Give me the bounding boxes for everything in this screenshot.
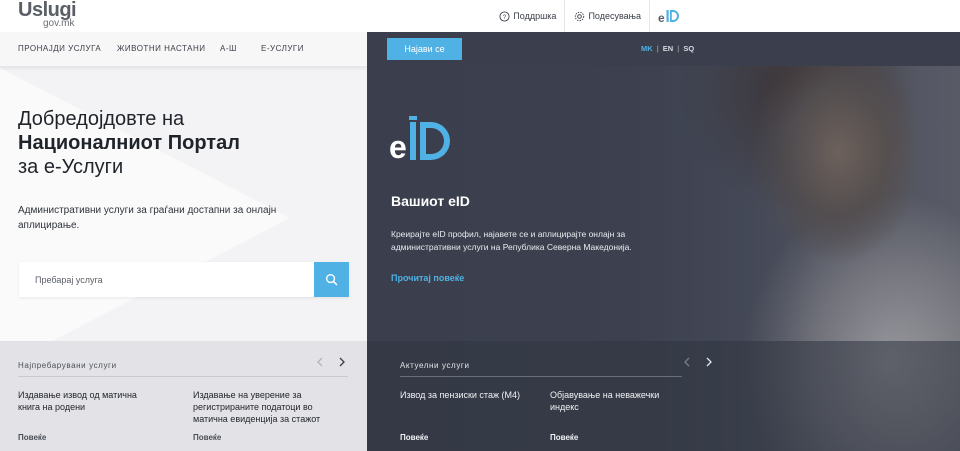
- current-service-1[interactable]: Извод за пензиски стаж (М4): [400, 389, 520, 401]
- current-next-arrow-button[interactable]: [704, 357, 714, 367]
- login-strip: Најави се MK | EN | SQ: [367, 32, 960, 66]
- help-circle-icon: ?: [498, 10, 510, 22]
- next-arrow-button[interactable]: [337, 357, 347, 367]
- current-service-1-more-link[interactable]: Повеќе: [400, 433, 428, 442]
- logo-sub-text: gov.mk: [43, 18, 75, 29]
- current-divider: [400, 376, 682, 377]
- popular-service-2-more-link[interactable]: Повеќе: [193, 433, 221, 442]
- nav-item-find-service[interactable]: ПРОНАЈДИ УСЛУГА: [18, 44, 101, 53]
- nav-item-e-services[interactable]: Е-УСЛУГИ: [261, 44, 304, 53]
- support-label: Поддршка: [513, 11, 557, 21]
- svg-text:?: ?: [503, 13, 507, 20]
- chevron-left-icon: [317, 357, 323, 367]
- svg-text:e: e: [389, 129, 407, 165]
- popular-service-1[interactable]: Издавање извод од матична книга на роден…: [18, 389, 158, 413]
- eid-section-description: Креирајте eID профил, најавете се и апли…: [391, 229, 632, 252]
- intro-text: Административни услуги за граѓани достап…: [18, 205, 277, 231]
- chevron-right-icon: [706, 357, 712, 367]
- nav-item-a-z[interactable]: А-Ш: [220, 44, 237, 53]
- popular-divider: [18, 376, 348, 377]
- lang-en[interactable]: EN: [659, 44, 677, 53]
- settings-label: Подесувања: [588, 11, 641, 21]
- eid-logo-large-icon: e: [389, 116, 450, 165]
- top-links: ? Поддршка Подесувања e: [490, 0, 690, 32]
- popular-service-1-more-link[interactable]: Повеќе: [18, 433, 46, 442]
- welcome-line-3: за е-Услуги: [18, 156, 124, 178]
- lang-sq[interactable]: SQ: [679, 44, 698, 53]
- welcome-line-1: Добредојдовте на: [18, 108, 185, 130]
- search-button[interactable]: [314, 262, 349, 297]
- chevron-left-icon: [684, 357, 690, 367]
- prev-arrow-button[interactable]: [315, 357, 325, 367]
- welcome-line-2: Националниот Портал: [18, 132, 240, 154]
- current-prev-arrow-button[interactable]: [682, 357, 692, 367]
- top-header: Uslugi gov.mk ? Поддршка Подесувања e: [0, 0, 960, 33]
- login-button[interactable]: Најави се: [387, 38, 462, 60]
- search-input[interactable]: [19, 262, 315, 297]
- search-icon: [325, 273, 338, 286]
- settings-link[interactable]: Подесувања: [564, 0, 649, 32]
- eid-logo-icon: e: [658, 10, 679, 25]
- current-services: Актуелни услуги Извод за пензиски стаж (…: [367, 341, 960, 451]
- current-carousel-arrows: [682, 357, 714, 367]
- lang-mk[interactable]: MK: [637, 44, 657, 53]
- popular-services: Најпребарувани услуги Издавање извод од …: [0, 341, 367, 451]
- chevron-right-icon: [339, 357, 345, 367]
- read-more-link[interactable]: Прочитај повеќе: [391, 273, 464, 283]
- current-service-2[interactable]: Објавување на неважечки индекс: [550, 389, 680, 413]
- main-nav: ПРОНАЈДИ УСЛУГА ЖИВОТНИ НАСТАНИ А-Ш Е-УС…: [0, 32, 367, 67]
- current-service-2-more-link[interactable]: Повеќе: [550, 433, 578, 442]
- eid-header-link[interactable]: e: [649, 0, 690, 32]
- svg-text:e: e: [658, 11, 665, 25]
- uslugi-logo[interactable]: Uslugi gov.mk: [18, 0, 78, 31]
- popular-service-2[interactable]: Издавање на уверение за регистрираните п…: [193, 389, 343, 425]
- popular-title: Најпребарувани услуги: [18, 361, 117, 370]
- gear-icon: [573, 10, 585, 22]
- welcome-heading: Добредојдовте на Националниот Портал за …: [18, 107, 348, 179]
- support-link[interactable]: ? Поддршка: [490, 0, 564, 32]
- search-box: [19, 262, 349, 297]
- current-title: Актуелни услуги: [400, 361, 470, 370]
- language-switcher: MK | EN | SQ: [637, 44, 698, 53]
- nav-item-life-events[interactable]: ЖИВОТНИ НАСТАНИ: [117, 44, 206, 53]
- popular-carousel-arrows: [315, 357, 347, 367]
- right-hero-panel: Најави се MK | EN | SQ e Вашиот eID Креи…: [367, 32, 960, 451]
- left-panel: ПРОНАЈДИ УСЛУГА ЖИВОТНИ НАСТАНИ А-Ш Е-УС…: [0, 32, 367, 451]
- eid-section-title: Вашиот eID: [391, 193, 470, 209]
